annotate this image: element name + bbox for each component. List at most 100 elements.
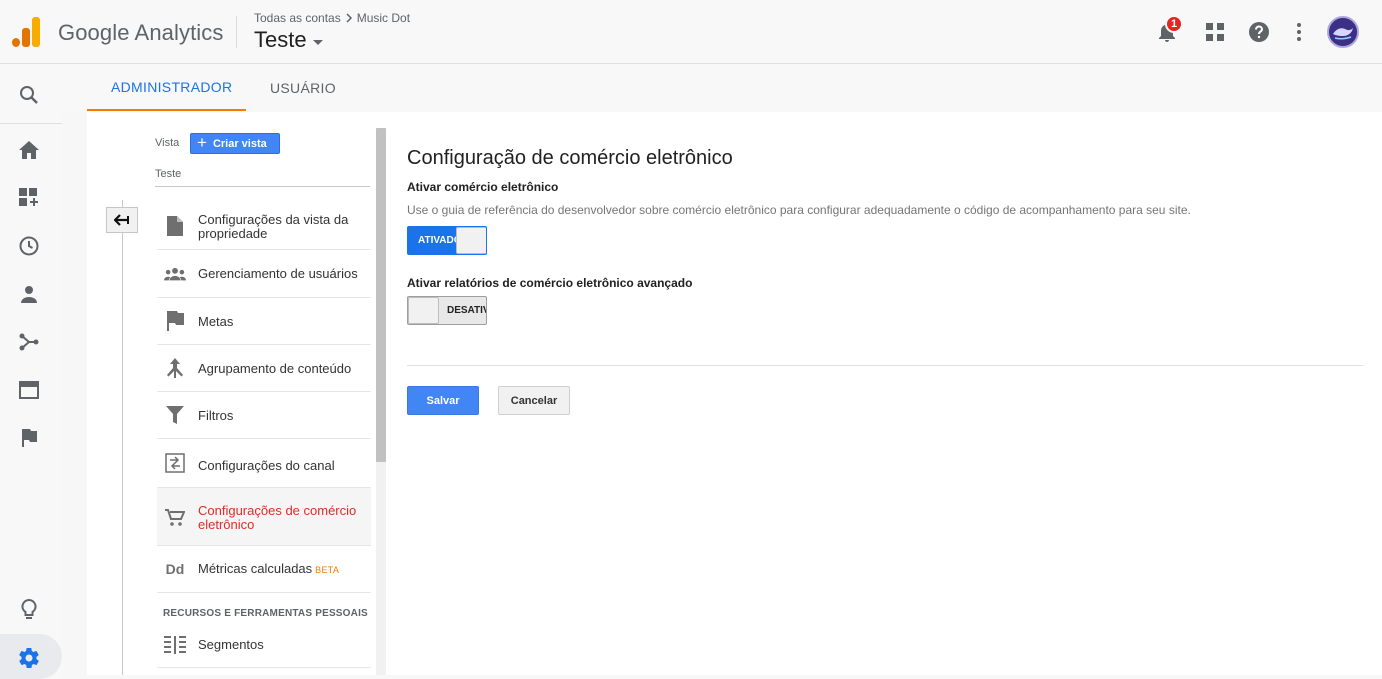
home-icon [19, 141, 39, 159]
more-vert-icon [1297, 23, 1301, 41]
toggle-knob [408, 297, 439, 324]
help-icon [1249, 22, 1269, 42]
beta-badge: BETA [315, 565, 340, 575]
app-name: Google Analytics [58, 20, 224, 45]
nav-view-settings[interactable]: Configurações da vista da propriedade [157, 202, 371, 250]
audience-person-icon [21, 286, 37, 303]
nav-label: Segmentos [198, 637, 264, 652]
nav-filters[interactable]: Filtros [157, 392, 371, 439]
nav-label: Configurações de comércio eletrônico [198, 503, 357, 532]
customization-icon [19, 188, 38, 206]
vista-label: Vista [155, 137, 180, 149]
breadcrumb-accounts[interactable]: Todas as contas [254, 11, 341, 25]
tab-usuario[interactable]: USUÁRIO [270, 64, 336, 111]
nav-content-grouping[interactable]: Agrupamento de conteúdo [157, 345, 371, 392]
chevron-right-icon [346, 13, 352, 23]
view-divider [155, 186, 370, 187]
channel-settings-icon [164, 452, 186, 474]
nav-calculated-metrics[interactable]: Dd Métricas calculadas BETA [157, 546, 371, 593]
more-options-button[interactable] [1287, 20, 1311, 44]
content-grouping-icon [164, 357, 186, 379]
segments-icon [164, 634, 186, 656]
filter-icon [164, 404, 186, 426]
nav-label: Métricas calculadas [198, 561, 313, 576]
notifications-button[interactable]: 1 [1155, 15, 1183, 44]
settings-divider [407, 365, 1363, 366]
enhanced-ecommerce-label: Ativar relatórios de comércio eletrônico… [407, 276, 693, 290]
rail-realtime-button[interactable] [17, 234, 41, 258]
toggle-knob [456, 227, 486, 254]
page-title: Configuração de comércio eletrônico [407, 147, 733, 169]
search-icon [20, 86, 38, 104]
settings-gear-icon [19, 648, 39, 668]
rail-behavior-button[interactable] [17, 378, 41, 402]
analytics-logo-icon [12, 17, 40, 47]
rail-admin-button[interactable] [17, 646, 41, 670]
save-button[interactable]: Salvar [407, 386, 479, 415]
create-view-label: Criar vista [212, 137, 267, 150]
rail-home-button[interactable] [17, 138, 41, 162]
rail-search-button[interactable] [17, 83, 41, 107]
nav-channel-settings[interactable]: Configurações do canal [157, 439, 371, 488]
tree-line [122, 200, 123, 675]
create-view-button[interactable]: + Criar vista [190, 133, 280, 154]
rail-audience-button[interactable] [17, 282, 41, 306]
behavior-icon [19, 381, 39, 399]
view-selector[interactable]: Teste [254, 27, 323, 53]
section-header-personal: RECURSOS E FERRAMENTAS PESSOAIS [163, 608, 368, 619]
document-icon [164, 215, 186, 237]
flag-icon [164, 310, 186, 332]
ecommerce-toggle[interactable]: ATIVADO [407, 226, 487, 255]
conversions-flag-icon [22, 429, 37, 447]
apps-grid-icon [1206, 23, 1224, 41]
rail-customization-button[interactable] [17, 186, 41, 210]
ecommerce-description: Use o guia de referência do desenvolvedo… [407, 203, 1191, 217]
lightbulb-icon [21, 599, 37, 619]
dd-icon: Dd [165, 561, 185, 577]
nav-label: Configurações do canal [198, 458, 335, 473]
users-group-icon [164, 263, 186, 285]
realtime-clock-icon [19, 236, 39, 256]
admin-tabs: ADMINISTRADOR USUÁRIO [62, 64, 1382, 112]
nav-label-wrap: Métricas calculadas BETA [198, 562, 339, 577]
nav-goals[interactable]: Metas [157, 298, 371, 345]
left-rail [0, 64, 62, 679]
tab-administrador[interactable]: ADMINISTRADOR [87, 64, 246, 111]
admin-content-panel: Vista + Criar vista Teste Configurações … [87, 112, 1382, 675]
caret-down-icon [312, 39, 323, 45]
rail-acquisition-button[interactable] [17, 330, 41, 354]
plus-icon: + [197, 133, 207, 152]
avatar-image-icon [1329, 18, 1357, 46]
view-name[interactable]: Teste [155, 168, 181, 180]
toggle-label: DESATIVADO [447, 305, 486, 316]
breadcrumb-account-name[interactable]: Music Dot [357, 11, 410, 25]
breadcrumb[interactable]: Todas as contas Music Dot [254, 11, 410, 25]
notification-badge: 1 [1165, 15, 1183, 33]
nav-ecommerce-settings[interactable]: Configurações de comércio eletrônico [157, 488, 371, 546]
nav-label: Gerenciamento de usuários [198, 266, 358, 281]
toggle-label: ATIVADO [418, 235, 456, 246]
rail-separator [0, 123, 62, 124]
avatar[interactable] [1327, 16, 1359, 48]
ecommerce-label: Ativar comércio eletrônico [407, 180, 559, 194]
cart-icon [164, 507, 186, 529]
nav-user-management[interactable]: Gerenciamento de usuários [157, 250, 371, 298]
header-divider [236, 16, 237, 48]
acquisition-icon [19, 333, 39, 351]
nav-label: Agrupamento de conteúdo [198, 361, 352, 376]
nav-segments[interactable]: Segmentos [157, 622, 371, 668]
back-arrow-button[interactable] [106, 207, 138, 233]
rail-conversions-button[interactable] [17, 426, 41, 450]
nav-label: Metas [198, 314, 234, 329]
back-arrow-icon [114, 214, 129, 226]
cancel-button[interactable]: Cancelar [498, 386, 570, 415]
top-header: Google Analytics Todas as contas Music D… [0, 0, 1382, 64]
nav-label: Filtros [198, 408, 234, 423]
help-button[interactable] [1247, 20, 1271, 44]
rail-insights-button[interactable] [17, 598, 41, 622]
enhanced-ecommerce-toggle[interactable]: DESATIVADO [407, 296, 487, 325]
scrollbar-thumb[interactable] [376, 128, 386, 462]
nav-label: Configurações da vista da propriedade [198, 212, 349, 241]
view-title-text: Teste [254, 27, 307, 52]
apps-button[interactable] [1203, 20, 1227, 44]
